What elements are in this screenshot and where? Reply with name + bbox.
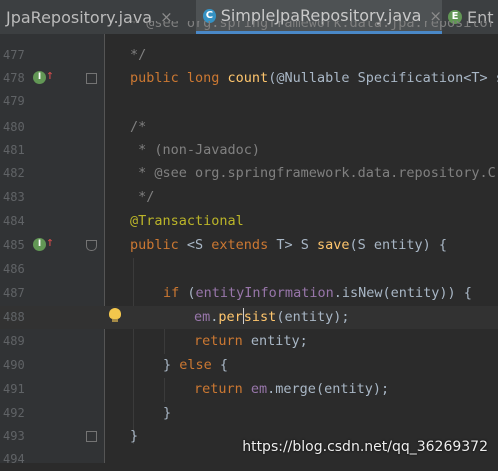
comment-text: * @see org.springframework.data.reposito… [130, 165, 498, 181]
code-text: return em.merge(entity); [194, 381, 390, 397]
comment-text: * @see org.springframework.data.jpa.repo… [130, 21, 496, 31]
code-line-current[interactable]: 488 em.persist(entity); [0, 306, 498, 329]
code-line[interactable]: * @see org.springframework.data.jpa.repo… [0, 21, 498, 35]
override-arrow-icon[interactable]: ↑ [46, 236, 54, 249]
line-number: 491 [3, 382, 25, 396]
line-number: 487 [3, 286, 25, 300]
line-number: 480 [3, 120, 25, 134]
code-line[interactable]: 487 if (entityInformation.isNew(entity))… [0, 282, 498, 305]
fold-marker-icon[interactable] [86, 431, 97, 442]
line-number: 485 [3, 238, 25, 252]
code-text: em.persist(entity); [194, 308, 350, 325]
code-text: } [163, 405, 172, 421]
comment-text: /* [130, 119, 147, 135]
line-number: 494 [3, 452, 25, 466]
line-number: 479 [3, 94, 25, 108]
line-number: 488 [3, 310, 25, 324]
code-line[interactable]: 491 return em.merge(entity); [0, 378, 498, 401]
implements-marker-icon[interactable]: I [33, 238, 46, 251]
code-line[interactable]: 486 [0, 258, 498, 281]
code-text: if (entityInformation.isNew(entity)) { [163, 285, 472, 301]
code-line[interactable]: 479 [0, 90, 498, 113]
annotation-text: @Transactional [130, 213, 244, 229]
code-line[interactable]: 477 */ [0, 44, 498, 67]
line-number: 489 [3, 334, 25, 348]
line-number: 484 [3, 214, 25, 228]
code-text: } else { [163, 357, 229, 373]
line-number: 481 [3, 143, 25, 157]
code-line[interactable]: 478 I ↑ public long count(@Nullable Spec… [0, 67, 498, 90]
lightbulb-icon[interactable] [109, 308, 121, 322]
fold-marker-icon[interactable] [86, 73, 97, 84]
code-line[interactable]: 482 * @see org.springframework.data.repo… [0, 162, 498, 185]
line-number: 492 [3, 406, 25, 420]
code-line[interactable]: 480 /* [0, 116, 498, 139]
code-text: return entity; [194, 333, 308, 349]
line-number: 478 [3, 71, 25, 85]
line-number: 486 [3, 262, 25, 276]
code-line[interactable]: 484 @Transactional [0, 210, 498, 233]
code-text: } [130, 428, 139, 444]
code-line[interactable]: 489 return entity; [0, 330, 498, 353]
line-number: 482 [3, 166, 25, 180]
implements-marker-icon[interactable]: I [33, 71, 46, 84]
code-line[interactable]: 490 } else { [0, 354, 498, 377]
code-line[interactable]: 485 I ↑ public <S extends T> S save(S en… [0, 234, 498, 257]
code-text: public long count(@Nullable Specificatio… [130, 70, 498, 86]
comment-text: */ [130, 47, 147, 63]
comment-text: * (non-Javadoc) [130, 142, 261, 158]
code-line[interactable]: 492 } [0, 402, 498, 425]
code-line[interactable]: 483 */ [0, 186, 498, 209]
line-number: 490 [3, 358, 25, 372]
override-arrow-icon[interactable]: ↑ [46, 69, 54, 82]
code-line[interactable]: 481 * (non-Javadoc) [0, 139, 498, 162]
fold-marker-icon[interactable] [86, 240, 97, 251]
comment-text: */ [130, 189, 155, 205]
code-text: public <S extends T> S save(S entity) { [130, 237, 448, 253]
line-number: 483 [3, 190, 25, 204]
line-number: 493 [3, 429, 25, 443]
line-number: 477 [3, 48, 25, 62]
watermark-text: https://blog.csdn.net/qq_36269372 [242, 439, 488, 455]
